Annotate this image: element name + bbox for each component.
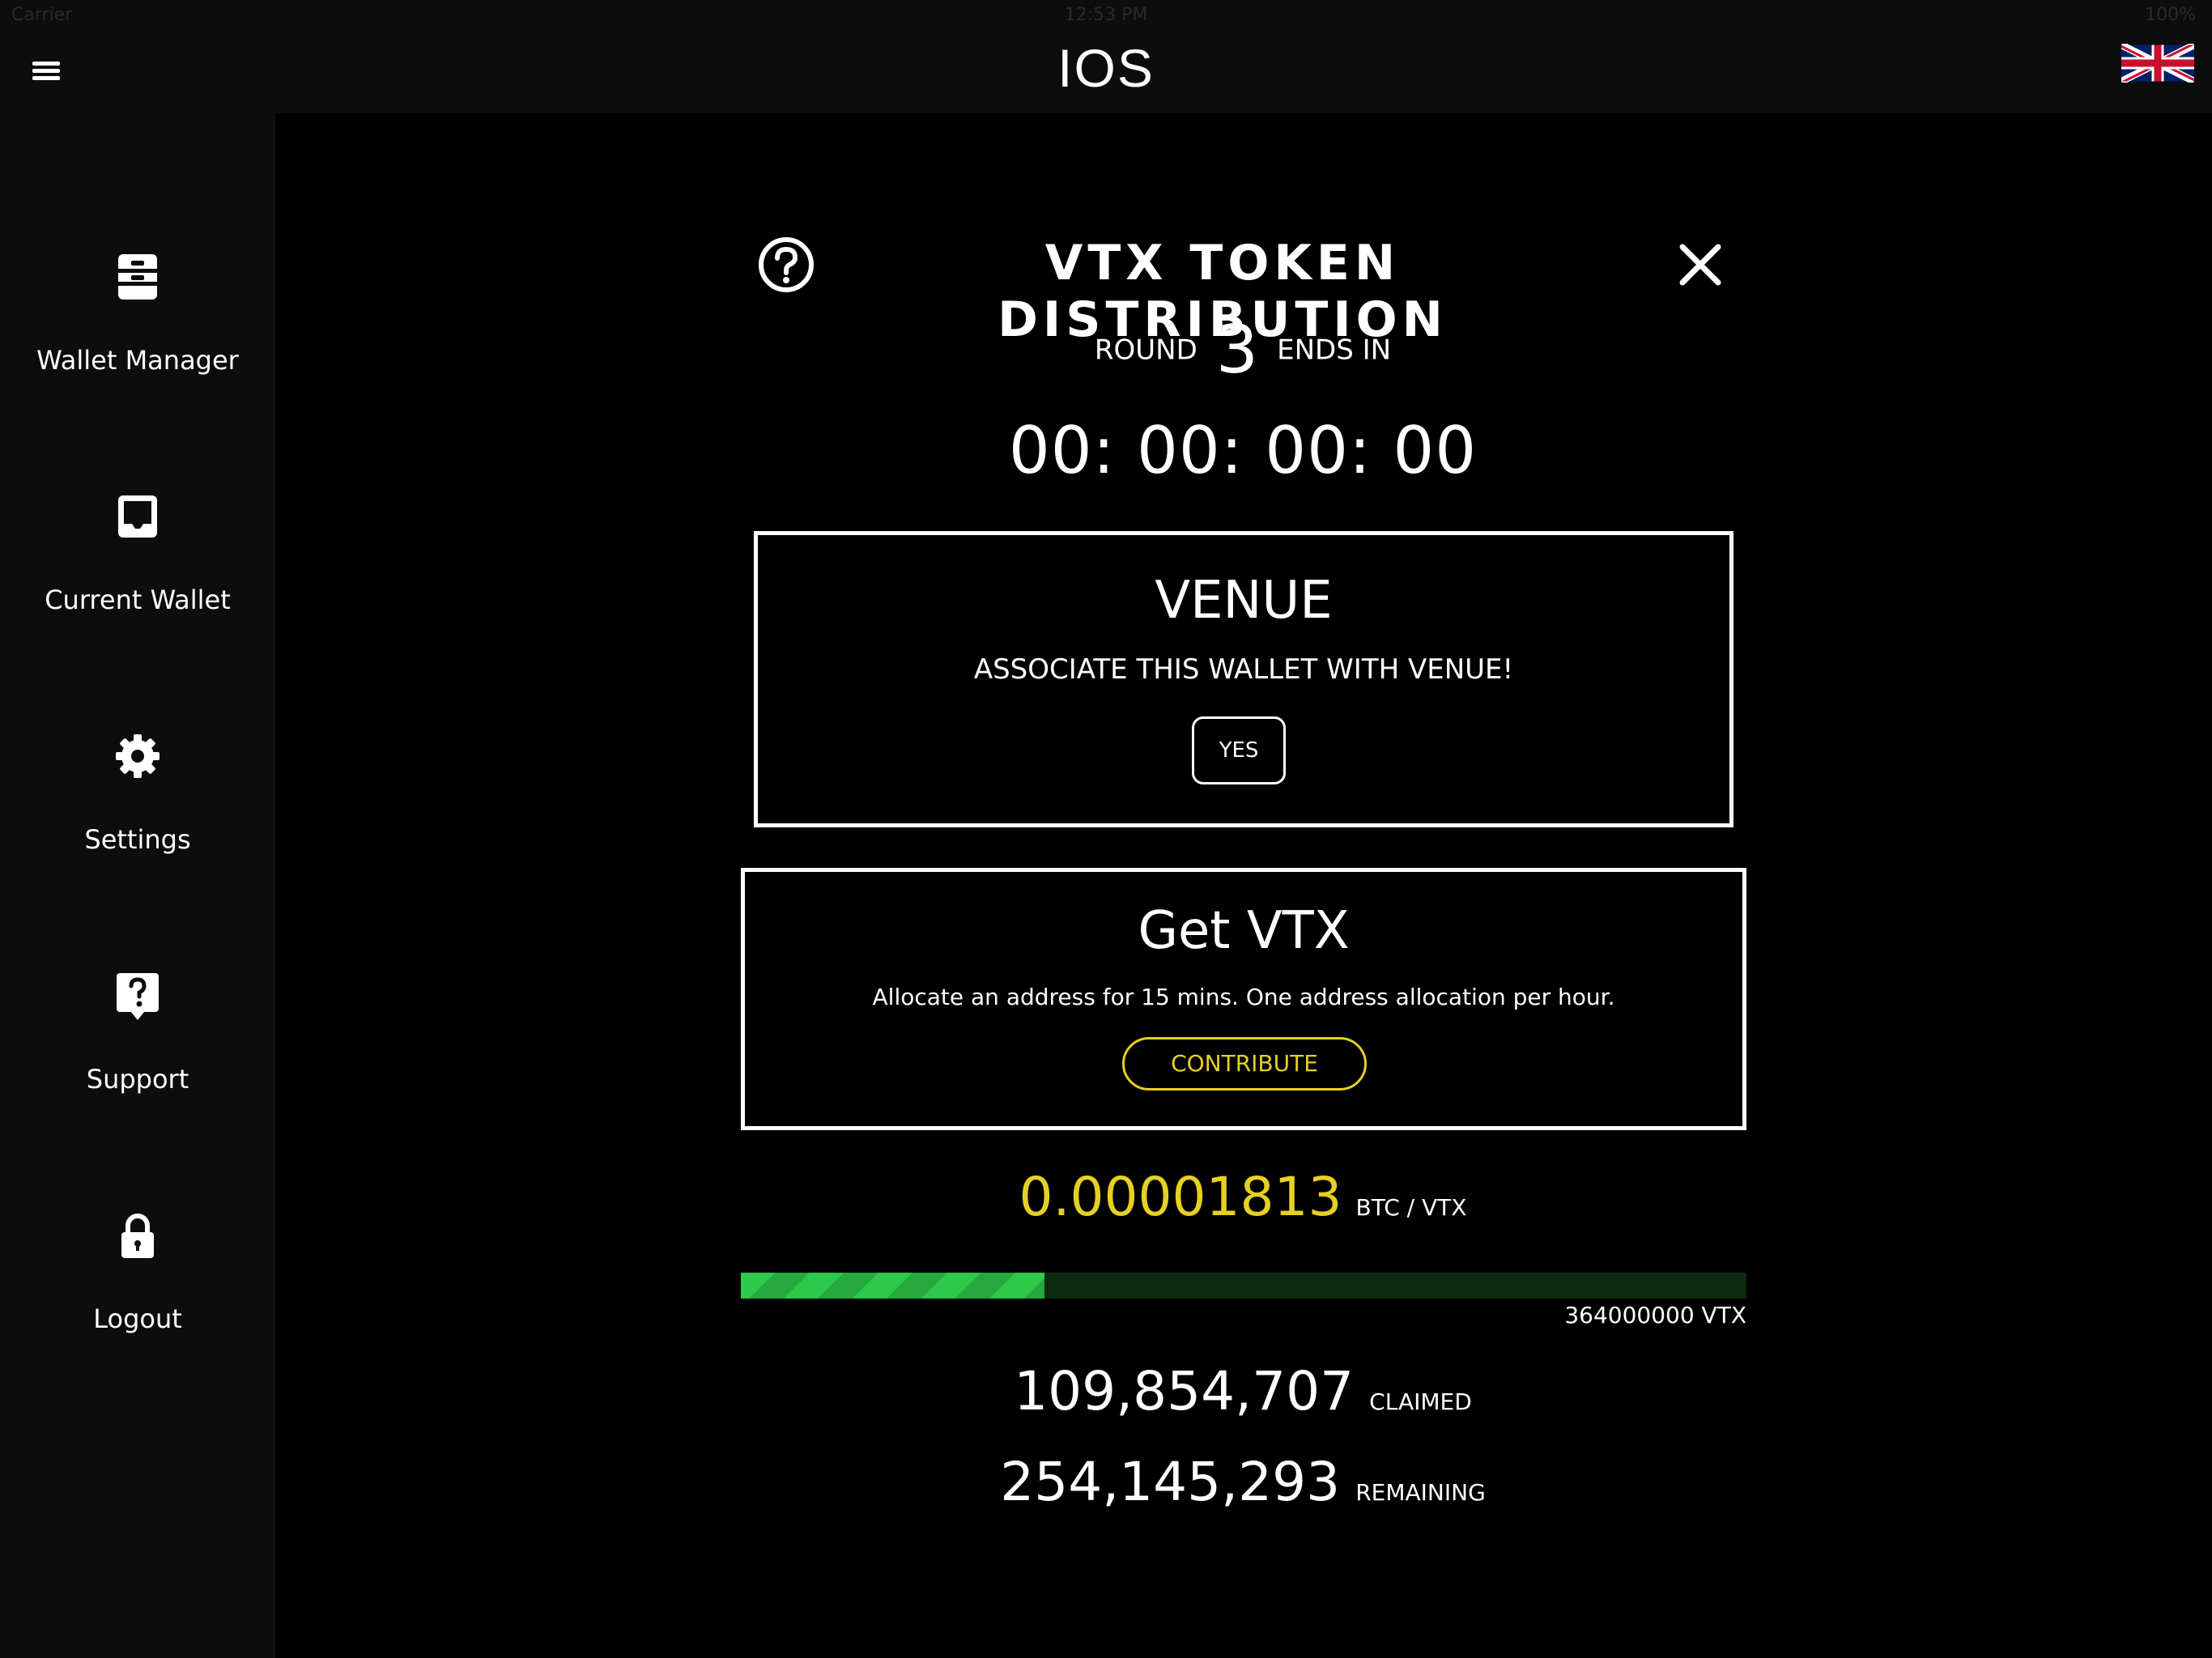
sidebar-item-label: Wallet Manager	[36, 345, 239, 376]
lock-icon	[121, 1214, 154, 1258]
top-bar: IOS	[0, 32, 2212, 113]
sidebar: Wallet Manager Current Wallet Settings S…	[0, 113, 275, 1658]
remaining-value: 254,145,293	[1000, 1451, 1341, 1513]
clock-label: 12:53 PM	[1064, 5, 1148, 25]
app-title: IOS	[1057, 38, 1155, 98]
get-vtx-panel: Get VTX Allocate an address for 15 mins.…	[741, 868, 1746, 1130]
sidebar-item-label: Settings	[84, 824, 191, 855]
sidebar-item-label: Current Wallet	[45, 585, 231, 615]
battery-label: 100%	[2145, 5, 2196, 25]
round-info: ROUND 3 ENDS IN	[972, 312, 1514, 389]
sidebar-item-wallet-manager[interactable]: Wallet Manager	[0, 186, 275, 389]
wallet-manager-icon	[118, 254, 157, 300]
total-supply-label: 364000000 VTX	[1564, 1302, 1746, 1329]
gear-icon	[116, 734, 160, 778]
distribution-progress-bar	[741, 1273, 1746, 1299]
help-icon[interactable]	[757, 236, 815, 294]
sidebar-item-label: Logout	[93, 1303, 182, 1334]
yes-button[interactable]: YES	[1192, 716, 1286, 784]
claimed-label: CLAIMED	[1369, 1388, 1472, 1415]
close-icon[interactable]	[1676, 240, 1725, 289]
rate-unit: BTC / VTX	[1355, 1194, 1467, 1221]
venue-subtitle: ASSOCIATE THIS WALLET WITH VENUE!	[973, 653, 1514, 686]
sidebar-item-support[interactable]: Support	[0, 905, 275, 1107]
get-vtx-title: Get VTX	[1138, 901, 1350, 961]
sidebar-item-settings[interactable]: Settings	[0, 665, 275, 868]
uk-flag-icon[interactable]	[2121, 44, 2194, 83]
remaining-label: REMAINING	[1355, 1479, 1486, 1506]
round-number: 3	[1215, 312, 1259, 389]
contribute-button[interactable]: CONTRIBUTE	[1122, 1037, 1367, 1090]
venue-title: VENUE	[1155, 571, 1333, 631]
rate-info: 0.00001813 BTC / VTX	[891, 1166, 1595, 1228]
status-bar: Carrier 12:53 PM 100%	[0, 0, 2212, 32]
sidebar-item-logout[interactable]: Logout	[0, 1145, 275, 1347]
round-label: ROUND	[1094, 334, 1197, 367]
countdown-timer: 00: 00: 00: 00	[1008, 413, 1478, 488]
sidebar-item-current-wallet[interactable]: Current Wallet	[0, 426, 275, 628]
claimed-value: 109,854,707	[1014, 1360, 1355, 1422]
progress-fill	[741, 1273, 1044, 1299]
ends-in-label: ENDS IN	[1277, 334, 1392, 367]
get-vtx-subtitle: Allocate an address for 15 mins. One add…	[872, 984, 1615, 1010]
support-icon	[117, 973, 159, 1020]
venue-panel: VENUE ASSOCIATE THIS WALLET WITH VENUE! …	[754, 531, 1733, 827]
rate-value: 0.00001813	[1019, 1166, 1342, 1228]
claimed-stat: 109,854,707 CLAIMED	[891, 1360, 1595, 1422]
sidebar-item-label: Support	[86, 1064, 189, 1095]
remaining-stat: 254,145,293 REMAINING	[891, 1451, 1595, 1513]
current-wallet-icon	[118, 495, 157, 538]
